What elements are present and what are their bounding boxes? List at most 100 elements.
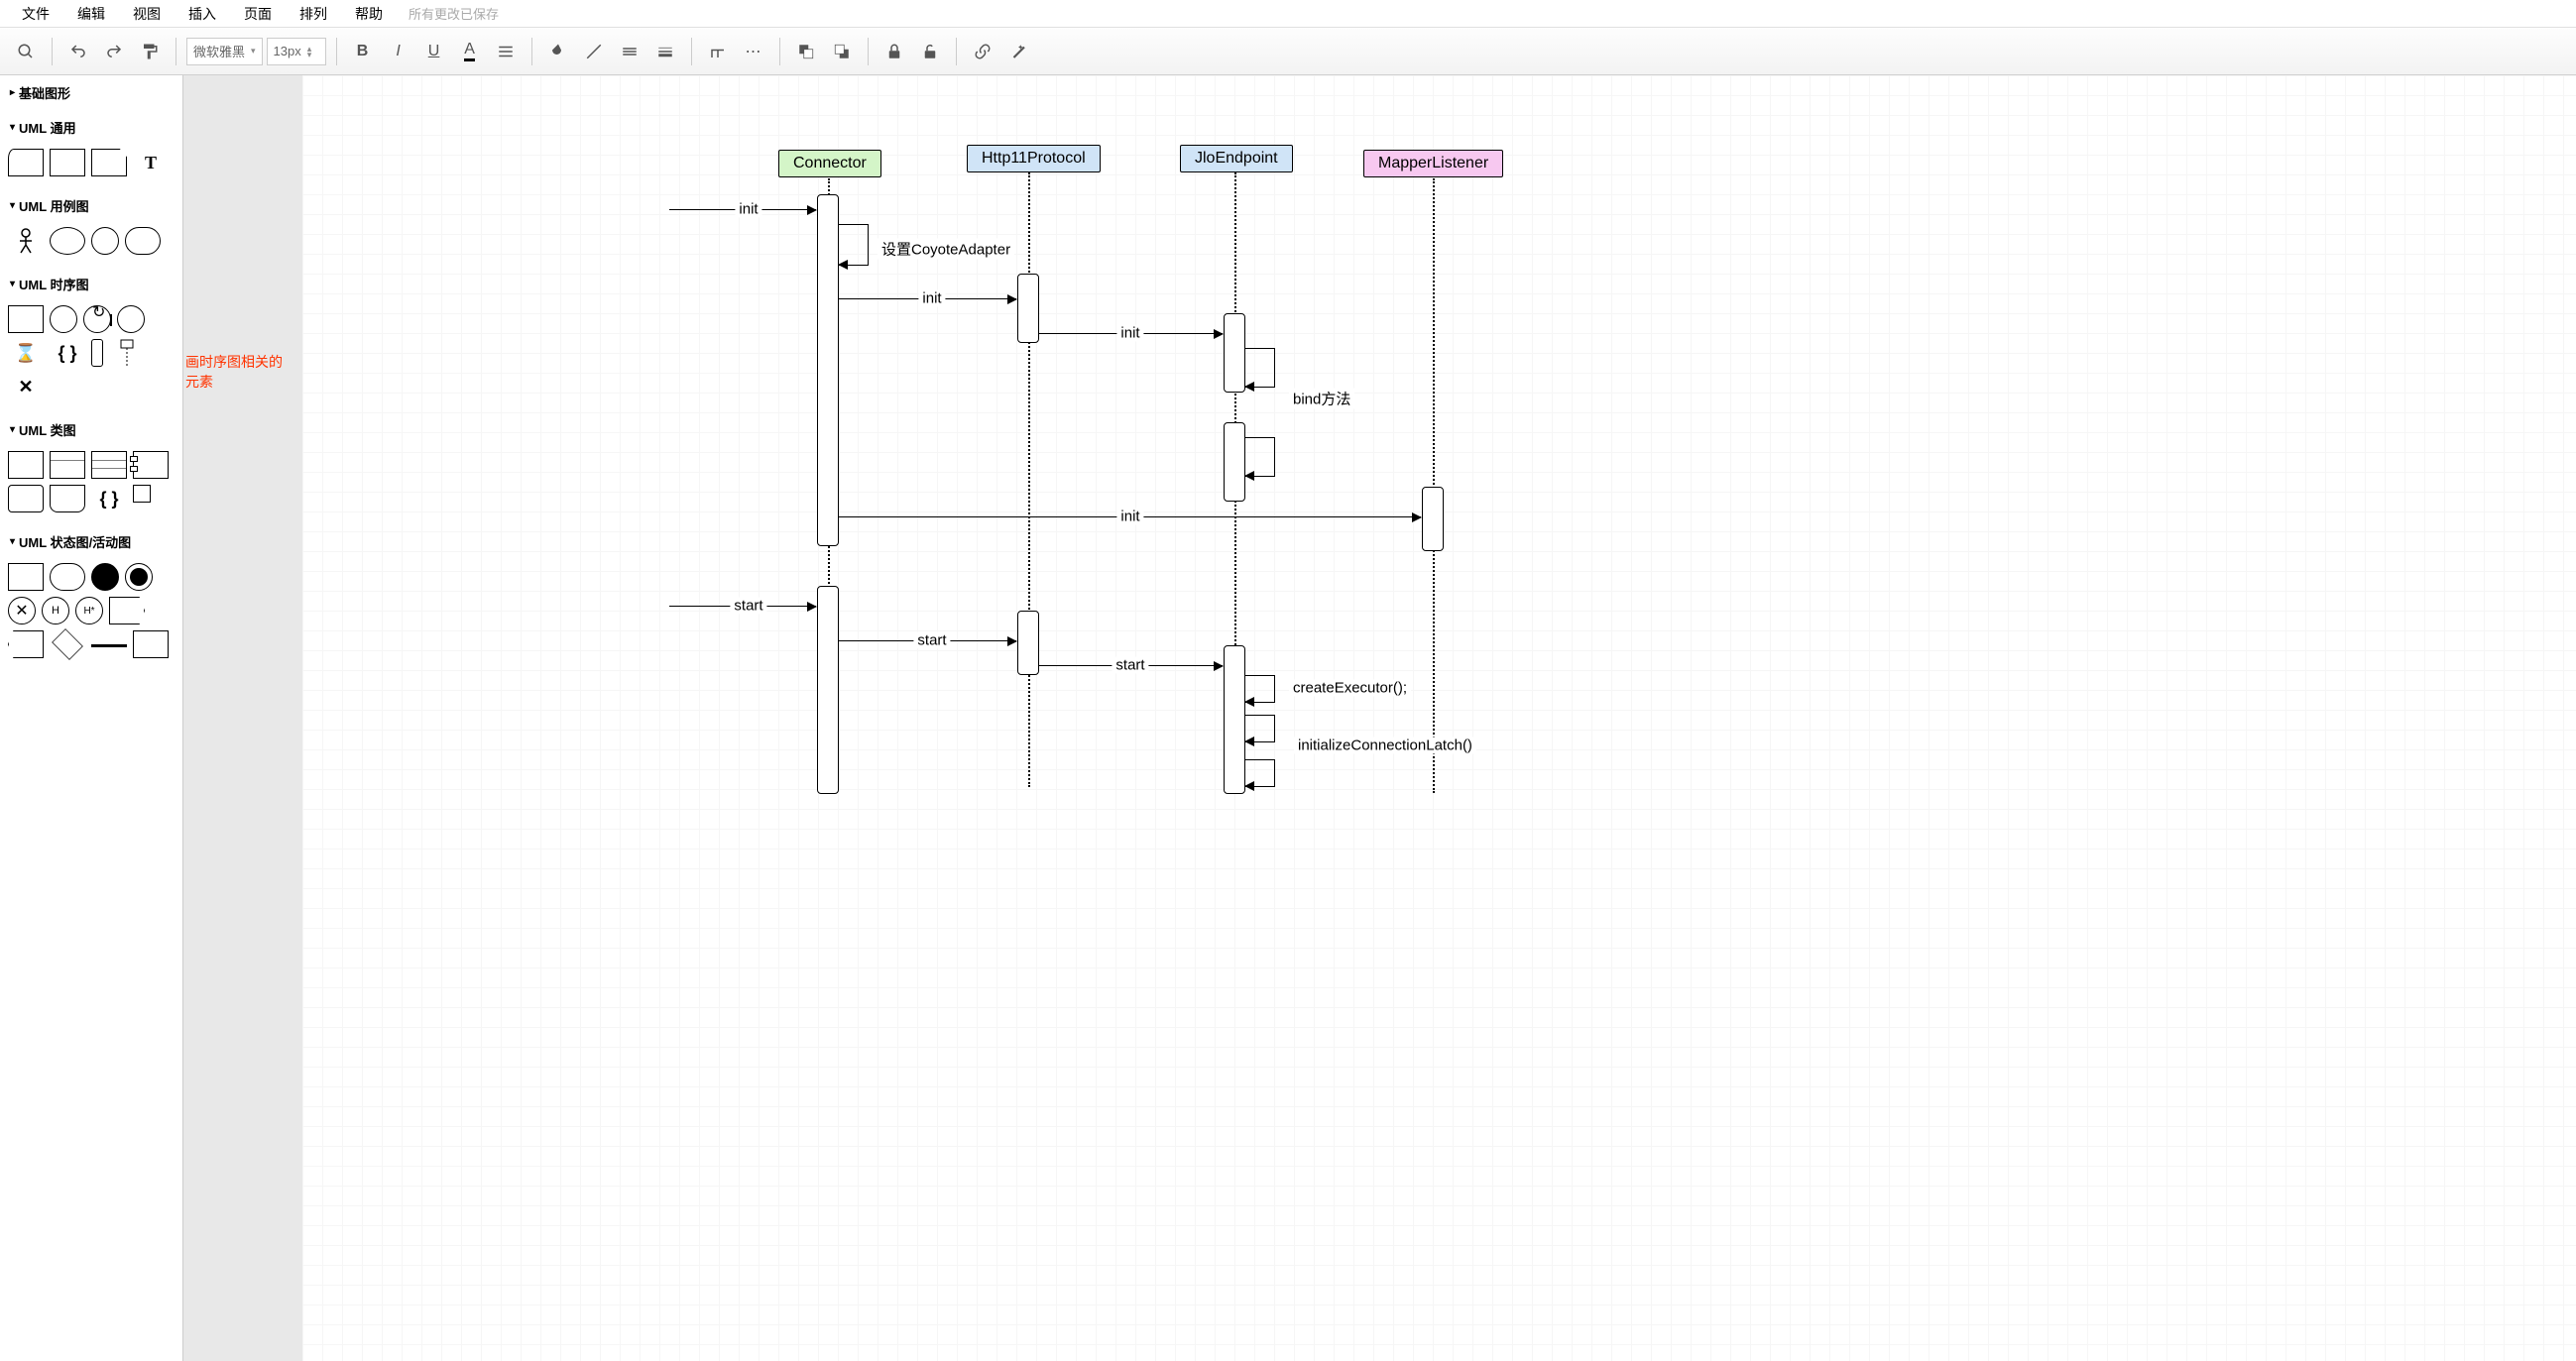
underline-icon[interactable]: U xyxy=(418,36,450,67)
section-uml-usecase[interactable]: UML 用例图 xyxy=(0,188,182,223)
shape-state[interactable] xyxy=(8,563,44,591)
shape-initial[interactable] xyxy=(91,563,119,591)
lifeline-connector[interactable]: Connector xyxy=(778,150,881,177)
shape-history-deep[interactable]: H* xyxy=(75,597,103,624)
shape-frame[interactable]: { } xyxy=(50,339,85,367)
shape-terminate[interactable]: ✕ xyxy=(8,597,36,624)
fill-color-icon[interactable] xyxy=(542,36,574,67)
shape-lifeline[interactable] xyxy=(8,305,44,333)
shape-lifeline2[interactable] xyxy=(109,339,145,367)
to-back-icon[interactable] xyxy=(826,36,858,67)
shape-history[interactable]: H xyxy=(42,597,69,624)
link-icon[interactable] xyxy=(967,36,998,67)
menu-file[interactable]: 文件 xyxy=(8,0,63,28)
menu-bar: 文件 编辑 视图 插入 页面 排列 帮助 所有更改已保存 xyxy=(0,0,2576,28)
section-uml-general[interactable]: UML 通用 xyxy=(0,110,182,145)
line-color-icon[interactable] xyxy=(578,36,610,67)
to-front-icon[interactable] xyxy=(790,36,822,67)
connection-icon[interactable] xyxy=(702,36,734,67)
shape-destroy[interactable]: ⌛ xyxy=(8,339,44,367)
shape-small[interactable] xyxy=(133,485,151,503)
self-msg[interactable] xyxy=(1245,759,1275,787)
activation-bar[interactable] xyxy=(1224,645,1245,794)
menu-view[interactable]: 视图 xyxy=(119,0,175,28)
menu-edit[interactable]: 编辑 xyxy=(63,0,119,28)
shape-text[interactable]: T xyxy=(133,149,169,176)
waypoints-icon[interactable]: ⋯ xyxy=(738,36,769,67)
menu-page[interactable]: 页面 xyxy=(230,0,286,28)
menu-help[interactable]: 帮助 xyxy=(341,0,397,28)
self-msg[interactable] xyxy=(1245,675,1275,703)
canvas-area[interactable]: 画时序图相关的元素 Connector Http11Protocol JloEn… xyxy=(183,75,2576,1361)
activation-bar[interactable] xyxy=(1017,274,1039,343)
canvas[interactable]: 画时序图相关的元素 Connector Http11Protocol JloEn… xyxy=(302,75,2576,1361)
format-painter-icon[interactable] xyxy=(134,36,166,67)
font-family-select[interactable]: 微软雅黑▾ xyxy=(186,38,263,65)
activation-bar[interactable] xyxy=(817,194,839,546)
shape-activation[interactable] xyxy=(91,339,103,367)
italic-icon[interactable]: I xyxy=(383,36,414,67)
shape-boundary2[interactable]: ↻ xyxy=(83,305,111,333)
shape-note[interactable] xyxy=(91,149,127,176)
section-uml-state[interactable]: UML 状态图/活动图 xyxy=(0,524,182,559)
shape-rect[interactable] xyxy=(133,630,169,658)
lifeline-mapper[interactable]: MapperListener xyxy=(1363,150,1503,177)
menu-insert[interactable]: 插入 xyxy=(175,0,230,28)
shape-fork[interactable] xyxy=(91,644,127,647)
zoom-icon[interactable] xyxy=(10,36,42,67)
unlock-icon[interactable] xyxy=(914,36,946,67)
shape-interface[interactable] xyxy=(8,485,44,512)
shape-decision[interactable] xyxy=(52,628,83,660)
font-size-select[interactable]: 13px▴▾ xyxy=(267,38,326,65)
activation-bar[interactable] xyxy=(1422,487,1444,551)
bold-icon[interactable]: B xyxy=(347,36,379,67)
lifeline-jioendpoint[interactable]: JloEndpoint xyxy=(1180,145,1293,172)
self-msg[interactable] xyxy=(1245,437,1275,477)
shape-package[interactable] xyxy=(8,149,44,176)
shape-x[interactable]: ✕ xyxy=(8,373,44,400)
font-color-icon[interactable]: A xyxy=(454,36,486,67)
shape-receive[interactable] xyxy=(8,630,44,658)
shape-class2[interactable] xyxy=(50,451,85,479)
self-msg[interactable] xyxy=(1245,348,1275,388)
section-basic[interactable]: 基础图形 xyxy=(0,75,182,110)
shape-actor[interactable] xyxy=(8,227,44,255)
shape-component[interactable] xyxy=(133,451,169,479)
magic-icon[interactable] xyxy=(1002,36,1034,67)
shape-signal[interactable] xyxy=(109,597,145,624)
shape-final[interactable] xyxy=(125,563,153,591)
undo-icon[interactable] xyxy=(62,36,94,67)
msg-label: start xyxy=(730,598,766,615)
msg-label: createExecutor(); xyxy=(1289,680,1411,697)
shape-usecase2[interactable] xyxy=(91,227,119,255)
section-uml-sequence[interactable]: UML 时序图 xyxy=(0,267,182,301)
self-msg[interactable] xyxy=(1245,715,1275,742)
msg-label: init xyxy=(1116,325,1143,342)
shape-control[interactable] xyxy=(117,305,145,333)
lifeline-http11[interactable]: Http11Protocol xyxy=(967,145,1101,172)
line-width-icon[interactable] xyxy=(649,36,681,67)
msg-label: start xyxy=(1112,657,1148,674)
activation-bar[interactable] xyxy=(1224,313,1245,393)
shape-braces[interactable]: { } xyxy=(91,485,127,512)
shape-usecase[interactable] xyxy=(50,227,85,255)
shape-folder[interactable] xyxy=(50,149,85,176)
annotation-text: 画时序图相关的元素 xyxy=(185,353,294,392)
activation-bar[interactable] xyxy=(1017,611,1039,675)
shape-class3[interactable] xyxy=(91,451,127,479)
shape-object[interactable] xyxy=(50,485,85,512)
menu-arrange[interactable]: 排列 xyxy=(286,0,341,28)
activation-bar[interactable] xyxy=(1224,422,1245,502)
line-style-icon[interactable] xyxy=(614,36,645,67)
shape-boundary[interactable] xyxy=(125,227,161,255)
shape-class[interactable] xyxy=(8,451,44,479)
redo-icon[interactable] xyxy=(98,36,130,67)
shape-entity[interactable] xyxy=(50,305,77,333)
msg-label: start xyxy=(913,632,950,649)
self-msg[interactable] xyxy=(839,224,869,266)
shape-state-round[interactable] xyxy=(50,563,85,591)
section-uml-class[interactable]: UML 类图 xyxy=(0,412,182,447)
lock-icon[interactable] xyxy=(878,36,910,67)
align-icon[interactable] xyxy=(490,36,522,67)
activation-bar[interactable] xyxy=(817,586,839,794)
